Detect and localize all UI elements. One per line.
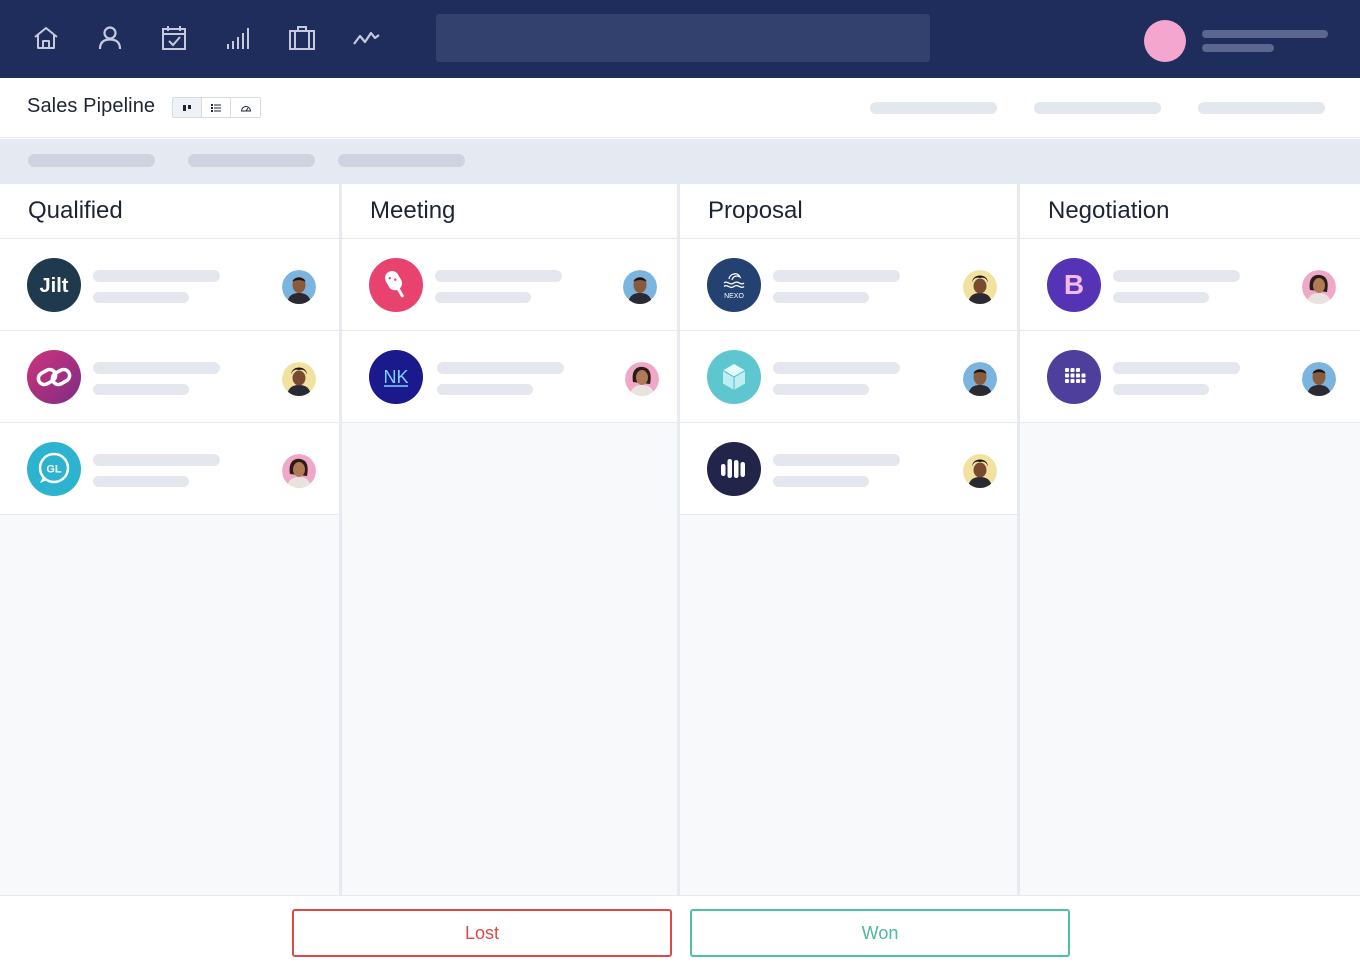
deal-value-placeholder [435,292,531,303]
svg-text:B: B [1064,269,1084,300]
board-view-button[interactable] [173,98,202,117]
board-view-icon [183,104,191,111]
column-header: Negotiation [1020,184,1360,239]
header-action-placeholder[interactable] [1198,102,1325,114]
owner-avatar[interactable] [282,270,316,304]
deal-name-placeholder [93,454,220,466]
deal-card[interactable]: Jilt [0,239,339,331]
deal-name-placeholder [435,270,562,282]
deal-card[interactable] [680,331,1017,423]
calendar-check-icon[interactable] [158,22,190,54]
person-icon[interactable] [94,22,126,54]
b-logo-icon: B [1047,258,1101,312]
column-proposal: Proposal NEXO [679,184,1017,895]
search-bar[interactable] [436,14,930,62]
deal-name-placeholder [437,362,564,374]
home-icon[interactable] [30,22,62,54]
deal-name-placeholder [93,362,220,374]
signal-bars-icon[interactable] [222,22,254,54]
owner-avatar[interactable] [963,270,997,304]
svg-text:NK: NK [383,367,408,387]
briefcase-icon[interactable] [286,22,318,54]
gauge-view-icon [240,105,251,111]
owner-avatar[interactable] [623,270,657,304]
deal-card[interactable] [0,331,339,423]
owner-avatar[interactable] [963,362,997,396]
owner-avatar[interactable] [282,362,316,396]
activity-icon[interactable] [350,22,382,54]
column-title: Meeting [370,197,456,224]
deal-card[interactable] [680,423,1017,515]
infinity-logo-icon [27,350,81,404]
column-header: Meeting [342,184,677,239]
deal-card[interactable]: GL [0,423,339,515]
svg-text:Jilt: Jilt [40,275,69,297]
deal-name-placeholder [1113,270,1240,282]
column-header: Qualified [0,184,339,239]
owner-avatar[interactable] [625,362,659,396]
owner-avatar[interactable] [963,454,997,488]
jilt-logo-icon: Jilt [27,258,81,312]
wave-logo-icon: NEXO [707,258,761,312]
deal-value-placeholder [1113,292,1209,303]
deal-card[interactable]: NK [342,331,677,423]
deal-value-placeholder [437,384,533,395]
grid-logo-icon [1047,350,1101,404]
cube-logo-icon [707,350,761,404]
deal-value-placeholder [773,384,869,395]
header-action-placeholder[interactable] [1034,102,1161,114]
nk-logo-icon: NK [369,350,423,404]
list-view-icon [211,103,221,112]
deal-value-placeholder [1113,384,1209,395]
page-title: Sales Pipeline [27,95,156,117]
pipeline-board: Qualified Jilt GL Meeting NK Proposal NE… [0,184,1360,895]
column-meeting: Meeting NK [341,184,677,895]
user-role-placeholder [1202,44,1274,52]
lost-drop-zone-button[interactable]: Lost [292,909,672,957]
deal-card[interactable] [342,239,677,331]
user-name-placeholder [1202,30,1328,38]
deal-name-placeholder [773,270,900,282]
page-header: Sales Pipeline [0,78,1360,138]
chat-bubble-logo-icon: GL [27,442,81,496]
deal-name-placeholder [773,454,900,466]
svg-text:NEXO: NEXO [724,293,744,300]
column-header: Proposal [680,184,1017,239]
pipeline-footer: Lost Won [0,895,1360,968]
deal-card[interactable] [1020,331,1360,423]
filter-placeholder[interactable] [338,154,465,167]
deal-value-placeholder [93,476,189,487]
deal-value-placeholder [93,384,189,395]
svg-text:GL: GL [46,464,62,476]
bars-logo-icon [707,442,761,496]
deal-name-placeholder [773,362,900,374]
filter-bar [0,139,1360,184]
column-title: Qualified [28,197,123,224]
header-action-placeholder[interactable] [870,102,997,114]
user-avatar[interactable] [1144,20,1186,62]
top-navigation-bar [0,0,1360,78]
deal-value-placeholder [773,476,869,487]
deal-name-placeholder [93,270,220,282]
column-title: Negotiation [1048,197,1170,224]
owner-avatar[interactable] [1302,362,1336,396]
popsicle-logo-icon [369,258,423,312]
deal-value-placeholder [773,292,869,303]
gauge-view-button[interactable] [231,98,260,117]
column-title: Proposal [708,197,803,224]
won-drop-zone-button[interactable]: Won [690,909,1070,957]
column-negotiation: Negotiation B [1019,184,1360,895]
view-switcher [172,97,261,118]
deal-value-placeholder [93,292,189,303]
deal-card[interactable]: NEXO [680,239,1017,331]
filter-placeholder[interactable] [28,154,155,167]
deal-name-placeholder [1113,362,1240,374]
column-qualified: Qualified Jilt GL [0,184,339,895]
deal-card[interactable]: B [1020,239,1360,331]
owner-avatar[interactable] [1302,270,1336,304]
owner-avatar[interactable] [282,454,316,488]
list-view-button[interactable] [202,98,231,117]
filter-placeholder[interactable] [188,154,315,167]
